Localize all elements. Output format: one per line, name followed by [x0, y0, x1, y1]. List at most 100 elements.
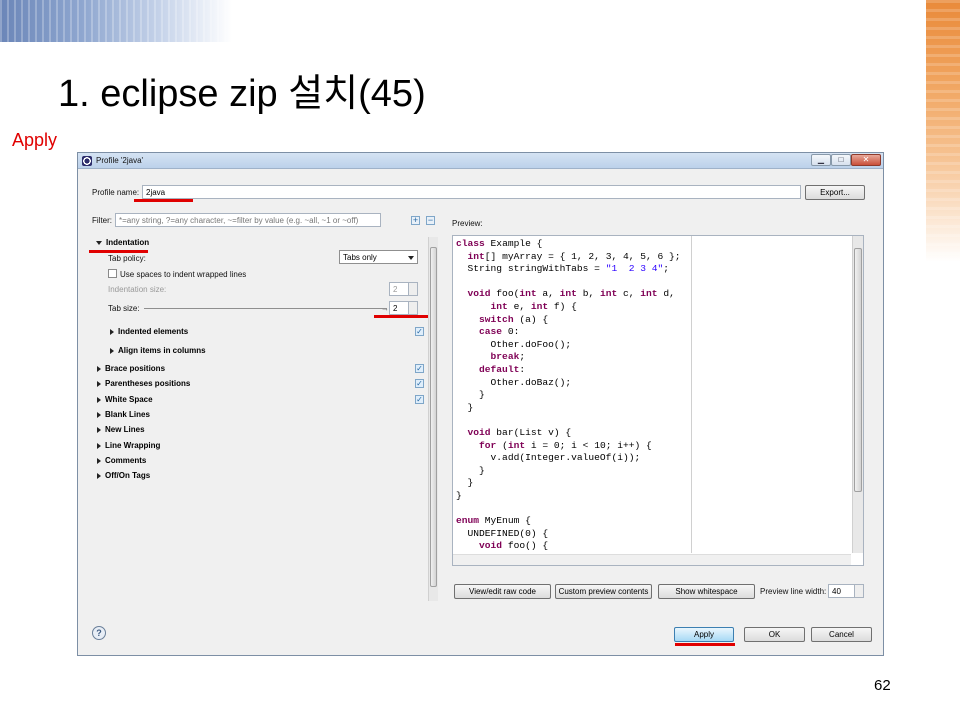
code-keyword: int [490, 300, 508, 312]
code-keyword: class [456, 238, 485, 249]
apply-button[interactable]: Apply [674, 627, 734, 642]
code-text: (a) { [513, 313, 549, 325]
preview-vscrollbar[interactable] [852, 236, 863, 553]
chevron-right-icon [110, 347, 114, 354]
tree-item-indentation[interactable]: Indentation [96, 238, 149, 247]
code-text: String stringWithTabs = [456, 263, 606, 275]
use-spaces-checkbox[interactable] [108, 269, 117, 278]
maximize-button[interactable]: □ [831, 154, 851, 166]
export-button[interactable]: Export... [805, 185, 865, 200]
apply-highlight [675, 643, 735, 646]
tab-policy-select[interactable]: Tabs only [339, 250, 418, 264]
code-text: ; [663, 263, 670, 275]
preview-vscroll-thumb[interactable] [854, 248, 862, 492]
dialog-titlebar: Profile '2java' ▁ □ ✕ [78, 153, 883, 169]
tree-item-comments[interactable]: Comments [97, 456, 146, 465]
code-text: Other.doBaz(); [456, 376, 572, 388]
expand-all-icon[interactable]: + [411, 216, 420, 225]
code-keyword: int [599, 288, 618, 300]
indented-elements-label: Indented elements [118, 327, 189, 336]
preview-label: Preview: [452, 219, 483, 228]
cancel-button[interactable]: Cancel [811, 627, 872, 642]
profile-name-label: Profile name: [92, 188, 140, 197]
code-preview[interactable]: class Example { int[] myArray = { 1, 2, … [452, 235, 864, 566]
preview-code: class Example { int[] myArray = { 1, 2, … [456, 238, 681, 565]
code-keyword: void [467, 288, 491, 300]
section-label: Off/On Tags [105, 471, 151, 480]
code-text: b, [576, 288, 600, 300]
section-label: Parentheses positions [105, 379, 191, 388]
preview-line-width-spinner[interactable]: 40 [828, 584, 864, 598]
code-line: int[] myArray = { 1, 2, 3, 4, 5, 6 }; [456, 251, 681, 264]
code-text: } [456, 401, 474, 413]
indentation-highlight [89, 250, 148, 253]
left-scrollbar[interactable] [428, 237, 438, 601]
code-line: } [456, 477, 681, 490]
code-text: f) { [548, 300, 577, 312]
code-text: } [456, 464, 485, 476]
tree-item-white-space[interactable]: White Space [97, 395, 153, 404]
section-label: White Space [105, 395, 153, 404]
code-line: enum MyEnum { [456, 515, 681, 528]
code-line: UNDEFINED(0) { [456, 528, 681, 541]
code-text: d, [657, 288, 675, 300]
modified-check-icon: ✓ [415, 379, 424, 388]
ok-button[interactable]: OK [744, 627, 805, 642]
tree-item-parentheses-positions[interactable]: Parentheses positions [97, 379, 190, 388]
code-text: e, [507, 300, 531, 312]
profile-name-highlight [134, 199, 193, 202]
custom-preview-button[interactable]: Custom preview contents [555, 584, 652, 599]
code-text: bar(List v) { [490, 426, 572, 438]
chevron-right-icon [97, 380, 101, 387]
dialog-title: Profile '2java' [96, 156, 144, 165]
left-scrollbar-thumb[interactable] [430, 247, 437, 587]
preview-hscrollbar[interactable] [453, 554, 851, 565]
indentation-size-label: Indentation size: [108, 285, 167, 294]
code-string: "1 2 3 4" [605, 263, 664, 275]
tree-item-align-items[interactable]: Align items in columns [110, 346, 206, 355]
filter-input[interactable]: *=any string, ?=any character, ~=filter … [115, 213, 381, 227]
apply-note: Apply [12, 130, 58, 150]
code-keyword: break [490, 351, 520, 363]
code-line: void foo(int a, int b, int c, int d, [456, 288, 681, 301]
section-label: Blank Lines [105, 410, 150, 419]
code-keyword: for [479, 439, 497, 451]
tab-size-spinner[interactable]: 2 [389, 301, 418, 315]
minimize-button[interactable]: ▁ [811, 154, 831, 166]
tree-item-off-on-tags[interactable]: Off/On Tags [97, 471, 150, 480]
code-text: : [519, 363, 526, 375]
chevron-right-icon [97, 426, 101, 433]
code-keyword: int [559, 288, 577, 300]
code-text: foo( [490, 288, 520, 300]
code-line: void foo() { [456, 540, 681, 553]
show-whitespace-button[interactable]: Show whitespace [658, 584, 755, 599]
tab-size-label: Tab size: [108, 304, 140, 313]
code-keyword: enum [456, 515, 480, 527]
view-edit-raw-code-button[interactable]: View/edit raw code [454, 584, 551, 599]
code-keyword: int [519, 288, 537, 300]
indentation-size-value: 2 [393, 285, 398, 294]
help-icon[interactable]: ? [92, 626, 106, 640]
tree-item-indented-elements[interactable]: Indented elements [110, 327, 188, 336]
code-keyword: case [479, 326, 503, 338]
section-label: Brace positions [105, 364, 166, 373]
tree-item-blank-lines[interactable]: Blank Lines [97, 410, 150, 419]
tree-item-new-lines[interactable]: New Lines [97, 425, 145, 434]
profile-name-input[interactable]: 2java [142, 185, 801, 199]
tree-item-line-wrapping[interactable]: Line Wrapping [97, 441, 160, 450]
close-button[interactable]: ✕ [851, 154, 881, 166]
code-line: } [456, 389, 681, 402]
chevron-right-icon [97, 365, 101, 372]
tree-item-brace-positions[interactable]: Brace positions [97, 364, 165, 373]
collapse-all-icon[interactable]: − [426, 216, 435, 225]
